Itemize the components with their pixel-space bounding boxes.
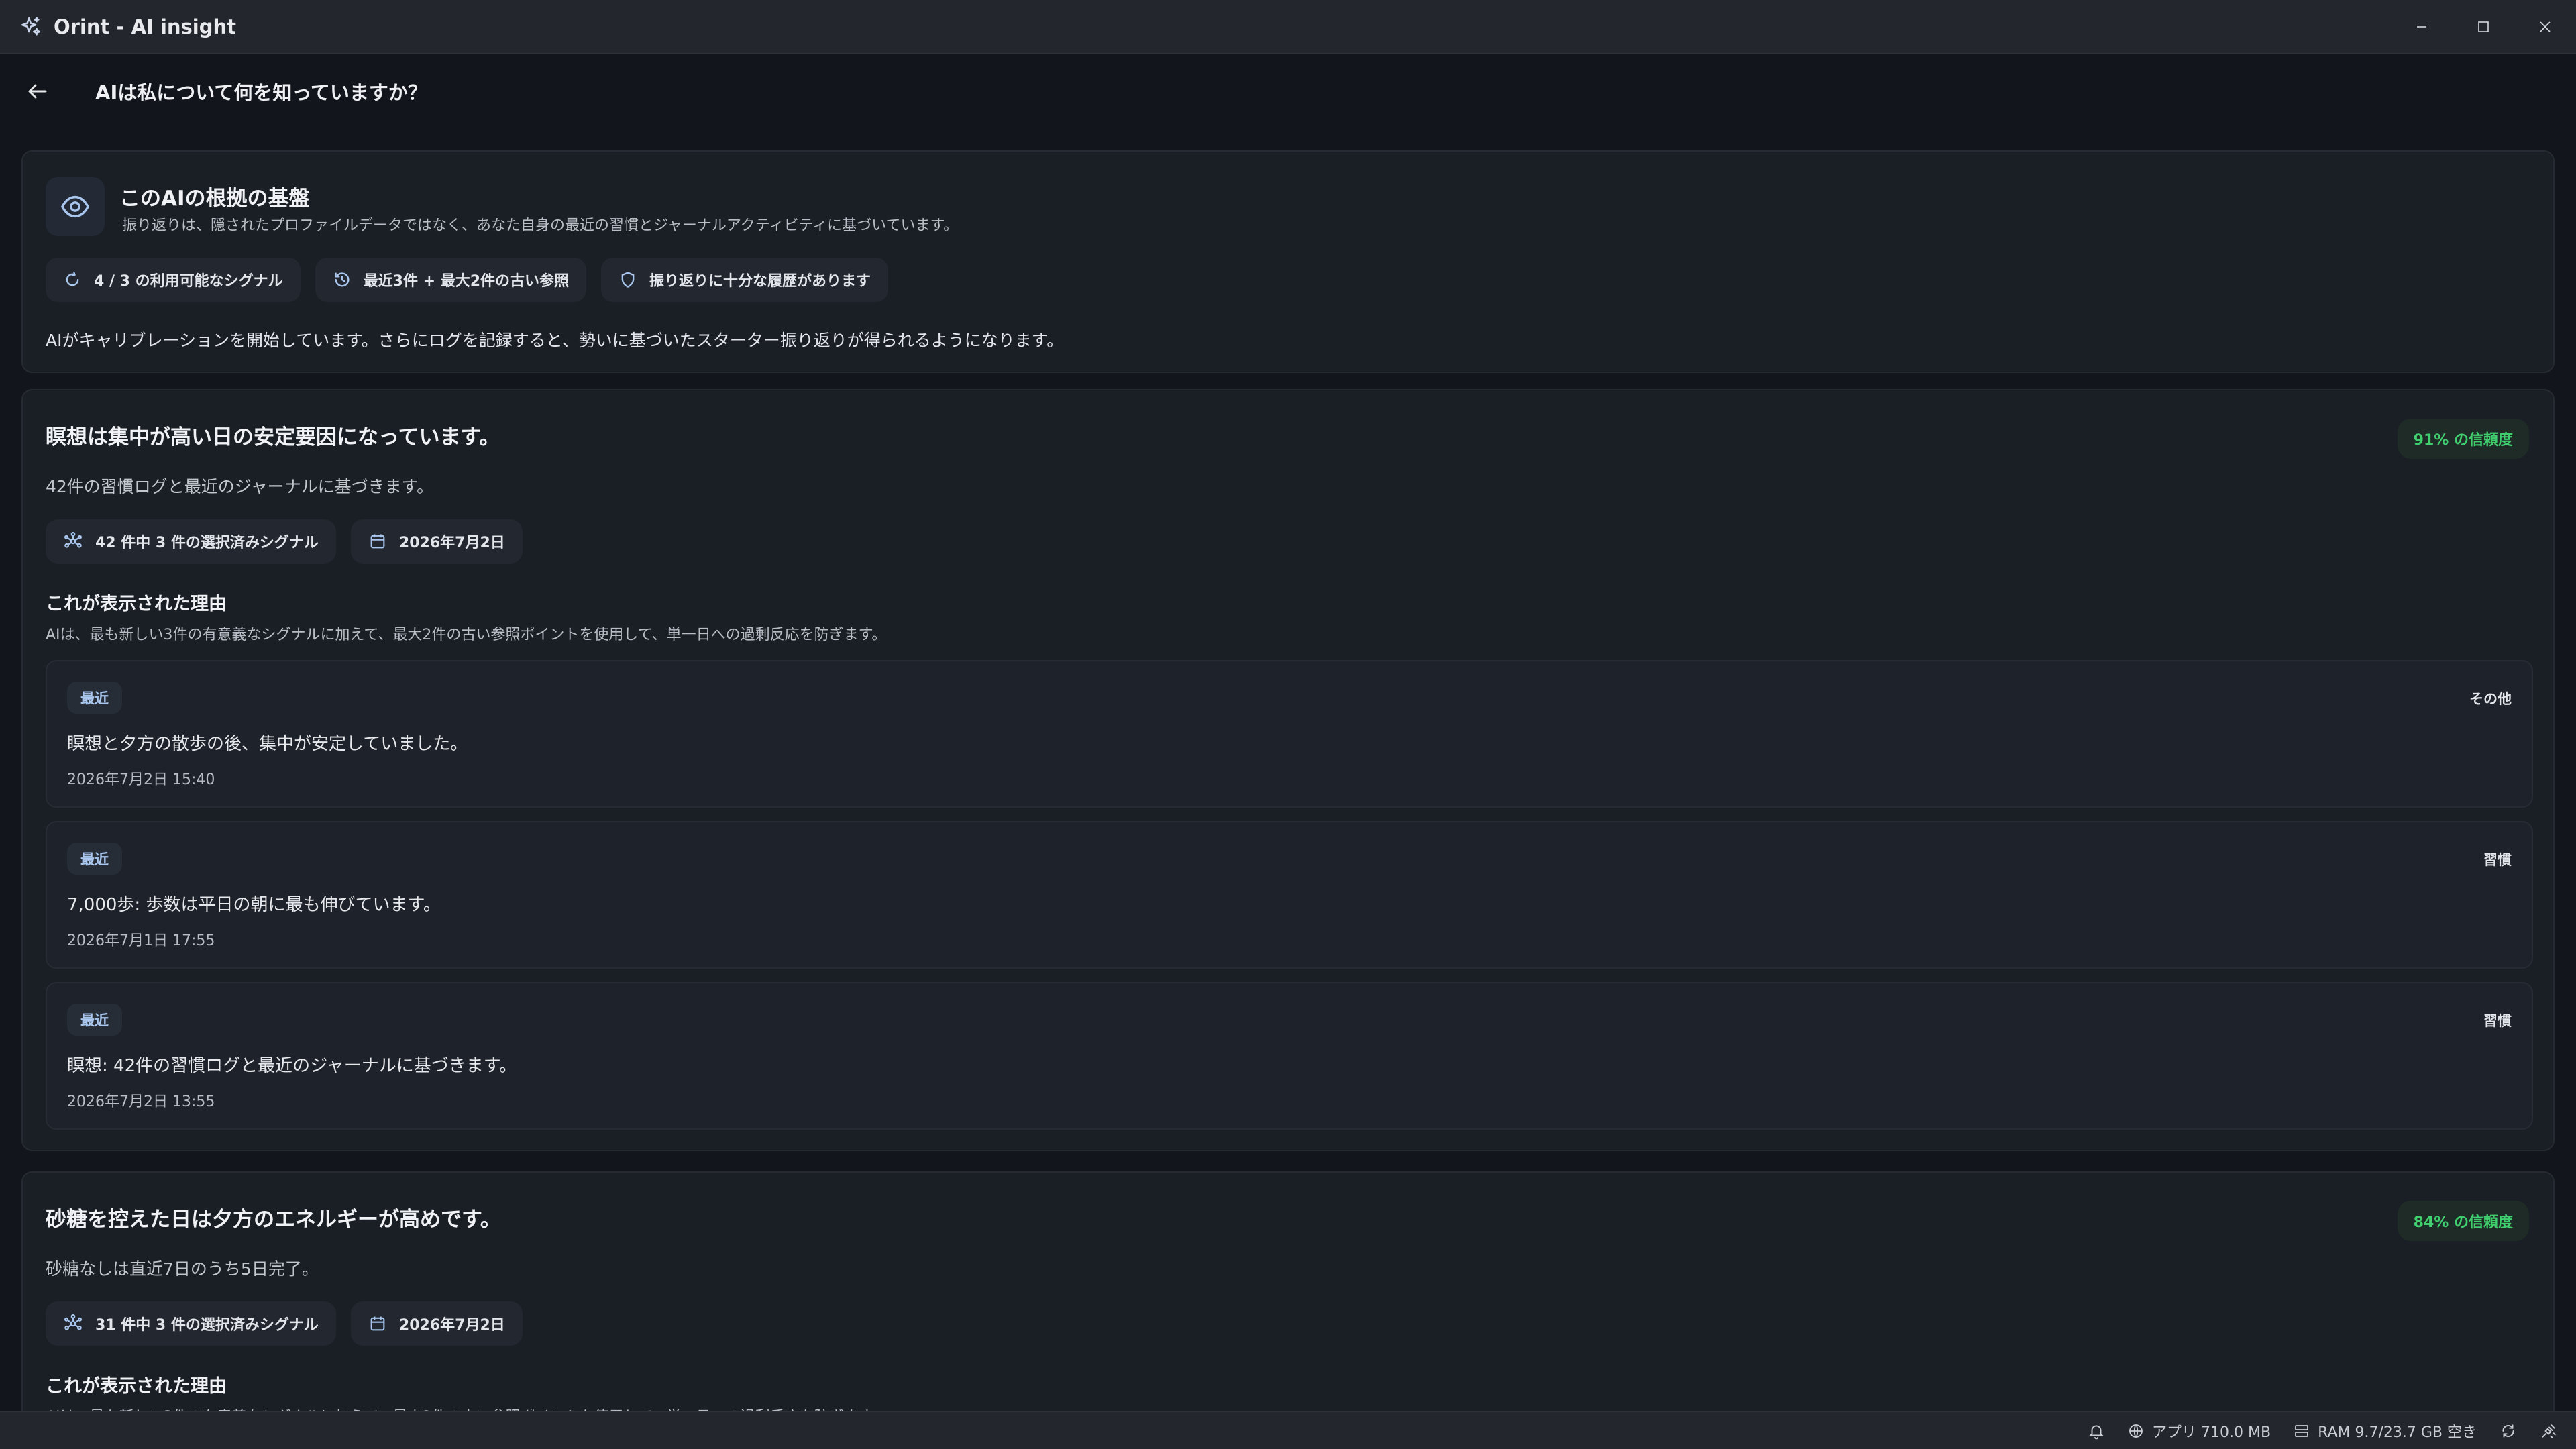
basis-title: このAIの根拠の基盤 (119, 186, 310, 211)
app-memory-status: アプリ 710.0 MB (2128, 1420, 2271, 1442)
signal-item: 最近 習慣 瞑想: 42件の習慣ログと最近のジャーナルに基づきます。 2026年… (46, 982, 2533, 1130)
globe-icon (2129, 1424, 2143, 1438)
network-icon (64, 1314, 82, 1330)
chip-label: 最近3件 + 最大2件の古い参照 (363, 273, 570, 290)
server-icon (2295, 1424, 2308, 1437)
insight-description: 42件の習慣ログと最近のジャーナルに基づきます。 (46, 477, 434, 496)
insight-chip-row: 31 件中 3 件の選択済みシグナル 2026年7月2日 (46, 1301, 523, 1346)
minimize-button[interactable] (2391, 0, 2453, 54)
ram-label: RAM 9.7/23.7 GB 空き (2318, 1424, 2477, 1441)
shield-icon (621, 272, 635, 288)
signal-category: 習慣 (2483, 852, 2512, 868)
plug-icon (2542, 1424, 2556, 1438)
history-icon (335, 272, 350, 287)
signal-text: 瞑想と夕方の散歩の後、集中が安定していました。 (67, 734, 468, 754)
signal-timestamp: 2026年7月2日 15:40 (67, 771, 215, 788)
recent-tag: 最近 (67, 682, 122, 714)
insight-card: 瞑想は集中が高い日の安定要因になっています。 91% の信頼度 42件の習慣ログ… (21, 389, 2555, 1151)
title-bar: Orint - AI insight (0, 0, 2576, 54)
insight-card: 砂糖を控えた日は夕方のエネルギーが高めです。 84% の信頼度 砂糖なしは直近7… (21, 1171, 2555, 1449)
insight-chip-row: 42 件中 3 件の選択済みシグナル 2026年7月2日 (46, 519, 523, 564)
confidence-badge: 84% の信頼度 (2397, 1201, 2529, 1241)
signal-category: 習慣 (2483, 1013, 2512, 1029)
sync-icon (2502, 1424, 2514, 1438)
recent-tag: 最近 (67, 1004, 122, 1036)
history-sufficient-chip: 振り返りに十分な履歴があります (601, 258, 889, 302)
why-shown-title: これが表示された理由 (46, 594, 227, 614)
basis-chip-row: 4 / 3 の利用可能なシグナル 最近3件 + 最大2件の古い参照 振り返りに十… (46, 258, 889, 302)
date-chip: 2026年7月2日 (350, 519, 523, 564)
chip-label: 2026年7月2日 (398, 535, 505, 551)
chip-label: 2026年7月2日 (398, 1317, 505, 1334)
window-controls (2391, 0, 2576, 54)
app-memory-label: アプリ 710.0 MB (2152, 1424, 2271, 1441)
ram-status: RAM 9.7/23.7 GB 空き (2294, 1420, 2477, 1442)
ai-basis-card: このAIの根拠の基盤 振り返りは、隠されたプロファイルデータではなく、あなた自身… (21, 150, 2555, 373)
close-button[interactable] (2514, 0, 2576, 54)
reference-window-chip: 最近3件 + 最大2件の古い参照 (315, 258, 587, 302)
network-icon (64, 532, 82, 548)
sync-button[interactable] (2500, 1422, 2517, 1440)
signal-timestamp: 2026年7月1日 17:55 (67, 932, 215, 949)
selected-signals-chip: 42 件中 3 件の選択済みシグナル (46, 519, 336, 564)
chip-label: 振り返りに十分な履歴があります (649, 273, 871, 290)
sparkle-icon (19, 15, 43, 39)
recent-tag: 最近 (67, 843, 122, 875)
insight-title: 瞑想は集中が高い日の安定要因になっています。 (46, 425, 500, 449)
signal-item: 最近 その他 瞑想と夕方の散歩の後、集中が安定していました。 2026年7月2日… (46, 660, 2533, 808)
calibration-note: AIがキャリブレーションを開始しています。さらにログを記録すると、勢いに基づいた… (46, 331, 1064, 350)
bell-icon (2088, 1424, 2104, 1439)
basis-subtitle: 振り返りは、隠されたプロファイルデータではなく、あなた自身の最近の習慣とジャーナ… (122, 217, 959, 234)
signal-text: 瞑想: 42件の習慣ログと最近のジャーナルに基づきます。 (67, 1056, 517, 1076)
why-shown-description: AIは、最も新しい3件の有意義なシグナルに加えて、最大2件の古い参照ポイントを使… (46, 627, 887, 643)
close-icon (2540, 21, 2551, 32)
refresh-icon (66, 271, 79, 286)
chip-label: 31 件中 3 件の選択済みシグナル (95, 1317, 319, 1334)
back-button[interactable] (17, 71, 58, 111)
available-signals-chip: 4 / 3 の利用可能なシグナル (46, 258, 301, 302)
chip-label: 42 件中 3 件の選択済みシグナル (95, 535, 319, 551)
arrow-left-icon (28, 84, 47, 99)
page-title: AIは私について何を知っていますか？ (95, 81, 427, 104)
why-shown-title: これが表示された理由 (46, 1376, 227, 1397)
calendar-icon (370, 534, 385, 549)
status-bar: アプリ 710.0 MB RAM 9.7/23.7 GB 空き (0, 1411, 2576, 1449)
insight-title: 砂糖を控えた日は夕方のエネルギーが高めです。 (46, 1208, 501, 1232)
signal-timestamp: 2026年7月2日 13:55 (67, 1093, 215, 1110)
insight-description: 砂糖なしは直近7日のうち5日完了。 (46, 1259, 319, 1279)
maximize-icon (2478, 21, 2489, 32)
maximize-button[interactable] (2453, 0, 2514, 54)
connection-button[interactable] (2540, 1422, 2557, 1440)
date-chip: 2026年7月2日 (350, 1301, 523, 1346)
confidence-badge: 91% の信頼度 (2397, 419, 2529, 459)
eye-icon (46, 177, 105, 236)
signal-item: 最近 習慣 7,000歩: 歩数は平日の朝に最も伸びています。 2026年7月1… (46, 821, 2533, 969)
selected-signals-chip: 31 件中 3 件の選択済みシグナル (46, 1301, 336, 1346)
page-header: AIは私について何を知っていますか？ (0, 54, 2576, 129)
calendar-icon (370, 1316, 385, 1331)
chip-label: 4 / 3 の利用可能なシグナル (94, 273, 283, 290)
minimize-icon (2417, 26, 2426, 28)
signal-text: 7,000歩: 歩数は平日の朝に最も伸びています。 (67, 895, 441, 915)
window-title: Orint - AI insight (54, 15, 237, 38)
signal-category: その他 (2469, 691, 2512, 707)
notifications-button[interactable] (2088, 1422, 2105, 1440)
